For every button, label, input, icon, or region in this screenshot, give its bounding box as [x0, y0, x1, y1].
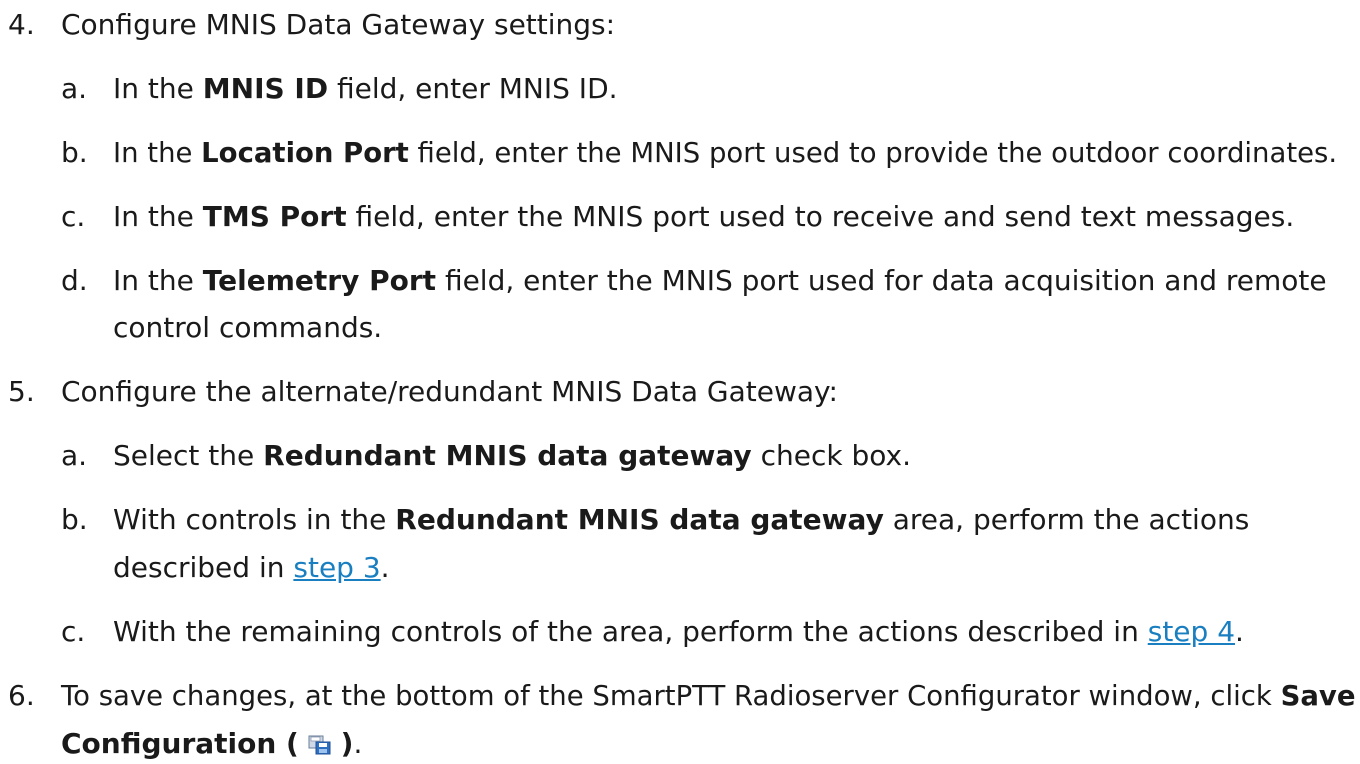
step-4-link[interactable]: step 4	[1148, 615, 1235, 648]
step-5-text: Configure the alternate/redundant MNIS D…	[61, 375, 838, 408]
step-6-bold-save: Save	[1280, 680, 1356, 712]
step-4b-bold: Location Port	[201, 137, 409, 169]
step-3-link[interactable]: step 3	[293, 551, 380, 584]
step-4c-text: In the TMS Port field, enter the MNIS po…	[113, 200, 1294, 234]
step-6-end: .	[353, 727, 363, 760]
step-4d-post: field, enter the MNIS port used for data…	[436, 264, 1327, 297]
step-6-bold-close-paren: )	[340, 727, 354, 760]
step-5c-text: With the remaining controls of the area,…	[113, 615, 1244, 649]
step-5b-pre: With controls in the	[113, 503, 396, 536]
step-4c-bold: TMS Port	[202, 200, 347, 233]
step-5b-post: area, perform the actions	[883, 503, 1250, 536]
step-5a-text: Select the Redundant MNIS data gateway c…	[113, 439, 911, 473]
step-4a-pre: In the	[113, 72, 203, 105]
step-6-pre: To save changes, at the bottom of the Sm…	[61, 680, 1281, 712]
step-5-number: 5.	[8, 375, 35, 408]
step-5a-letter: a.	[61, 439, 88, 472]
step-4b-post: field, enter the MNIS port used to provi…	[408, 137, 1338, 169]
step-6-text: To save changes, at the bottom of the Sm…	[61, 679, 1356, 713]
step-5b-text: With controls in the Redundant MNIS data…	[113, 503, 1249, 537]
step-5b-line2-post: .	[380, 551, 390, 584]
step-5c-letter: c.	[61, 615, 86, 648]
step-4d-text: In the Telemetry Port field, enter the M…	[113, 264, 1327, 298]
step-6-bold-configuration: Configuration (	[61, 727, 299, 760]
step-4-text: Configure MNIS Data Gateway settings:	[61, 8, 616, 41]
step-6-number: 6.	[8, 679, 35, 712]
step-4c-post: field, enter the MNIS port used to recei…	[346, 200, 1295, 233]
save-configuration-icon	[308, 730, 332, 755]
step-4c-letter: c.	[61, 200, 86, 233]
step-4a-letter: a.	[61, 72, 88, 105]
step-5b-line2-pre: described in	[113, 551, 294, 584]
step-4a-bold: MNIS ID	[202, 72, 329, 105]
step-4-number: 4.	[8, 8, 35, 41]
step-4b-text: In the Location Port field, enter the MN…	[113, 136, 1337, 170]
step-5a-post: check box.	[751, 439, 911, 472]
step-5b-line2: described in step 3.	[113, 551, 390, 585]
step-4d-bold: Telemetry Port	[202, 264, 437, 297]
step-5a-pre: Select the	[113, 439, 264, 472]
step-4d-letter: d.	[61, 264, 88, 297]
step-4a-post: field, enter MNIS ID.	[328, 72, 618, 105]
step-5a-bold: Redundant MNIS data gateway	[263, 439, 752, 472]
step-5c-post: .	[1235, 615, 1244, 648]
step-5b-letter: b.	[61, 503, 88, 536]
step-4d-line2: control commands.	[113, 311, 383, 344]
step-5b-bold: Redundant MNIS data gateway	[395, 503, 884, 536]
step-4d-pre: In the	[113, 264, 203, 297]
step-4a-text: In the MNIS ID field, enter MNIS ID.	[113, 72, 618, 106]
step-4c-pre: In the	[113, 200, 203, 233]
step-4b-letter: b.	[61, 136, 88, 169]
step-6-line2: Configuration ( ).	[61, 727, 362, 761]
step-4b-pre: In the	[113, 137, 202, 169]
step-5c-pre: With the remaining controls of the area,…	[113, 615, 1148, 648]
